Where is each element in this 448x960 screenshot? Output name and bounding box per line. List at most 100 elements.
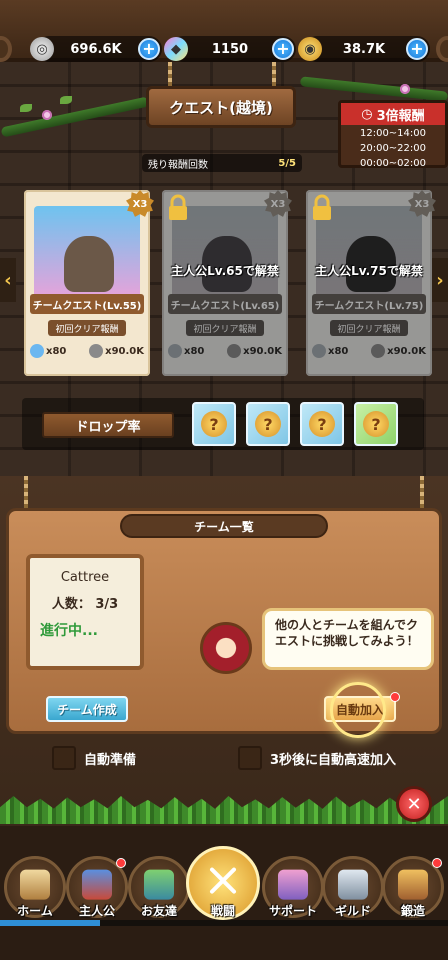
- auto-join-button[interactable]: 自動加入: [324, 696, 396, 722]
- auto-fast-join-checkbox[interactable]: [238, 746, 262, 770]
- reward-time: 12:00~14:00: [359, 128, 426, 139]
- quest-artwork: [172, 206, 278, 306]
- gem-icon: [30, 344, 44, 358]
- quest-card[interactable]: X3 チームクエスト(Lv.55) 初回クリア報酬 x80 x90.0K: [24, 190, 154, 376]
- mystery-item-icon: ?: [363, 411, 389, 437]
- speech-bubble: 他の人とチームを組んでクエストに挑戦してみよう！: [262, 608, 434, 670]
- auto-prepare-label: 自動準備: [84, 752, 137, 768]
- first-clear-label: 初回クリア報酬: [48, 320, 126, 336]
- monster-character: [346, 236, 396, 292]
- drop-item-slot[interactable]: ?: [192, 402, 236, 446]
- quest-artwork: [34, 206, 140, 306]
- monster-character: [64, 236, 114, 292]
- next-arrow-button[interactable]: ›: [432, 258, 448, 302]
- support-icon: [278, 869, 308, 900]
- gold-medal-icon: ◉: [298, 37, 322, 61]
- crossed-swords-icon: [210, 867, 236, 894]
- rope: [24, 476, 28, 510]
- first-clear-label: 初回クリア報酬: [186, 320, 264, 336]
- mystery-item-icon: ?: [201, 411, 227, 437]
- create-team-button[interactable]: チーム作成: [46, 696, 128, 722]
- rope: [168, 62, 172, 88]
- hero-icon: [82, 869, 112, 900]
- rope: [420, 476, 424, 510]
- remaining-rewards: 残り報酬回数 5/5: [142, 154, 302, 172]
- add-gem-button[interactable]: +: [272, 38, 294, 60]
- nav-battle-label: 戦闘: [210, 904, 235, 918]
- nav-hero-label: 主人公: [78, 904, 115, 918]
- gem-currency: ◆ 1150 +: [164, 36, 296, 62]
- gem-value: 1150: [211, 41, 249, 57]
- quest-name: チームクエスト(Lv.75): [312, 294, 426, 314]
- remaining-count: 5/5: [278, 157, 296, 169]
- team-member-count: 人数： 3/3: [51, 597, 119, 612]
- silver-currency: ◎ 696.6K +: [30, 36, 162, 62]
- progress-strip: [0, 920, 448, 926]
- leaf-decoration: [20, 104, 32, 112]
- quest-rewards: x80 x90.0K: [312, 342, 426, 360]
- gem-icon: [312, 344, 326, 358]
- silver-coin-icon: [227, 344, 242, 358]
- drop-item-slot[interactable]: ?: [354, 402, 398, 446]
- reward-value: x90.0K: [105, 345, 144, 357]
- flower-decoration: [400, 84, 410, 94]
- reward-value: x80: [184, 345, 205, 357]
- team-card[interactable]: Cattree 人数： 3/3 進行中...: [26, 554, 144, 670]
- reward-value: x90.0K: [387, 345, 426, 357]
- auto-fast-join-option[interactable]: 3秒後に自動高速加入: [238, 746, 396, 770]
- monster-character: [202, 236, 252, 292]
- nav-friends-label: お友達: [140, 904, 177, 918]
- progress-fill: [0, 920, 100, 926]
- drop-item-slot[interactable]: ?: [246, 402, 290, 446]
- auto-prepare-checkbox[interactable]: [52, 746, 76, 770]
- forge-icon: [398, 869, 428, 900]
- mystery-item-icon: ?: [309, 411, 335, 437]
- quest-artwork: [316, 206, 422, 306]
- flower-decoration: [42, 110, 52, 120]
- quest-rewards: x80 x90.0K: [168, 342, 282, 360]
- guild-castle-icon: [338, 869, 368, 900]
- prev-arrow-button[interactable]: ‹: [0, 258, 16, 302]
- reward-time: 00:00~02:00: [359, 158, 426, 169]
- drop-rate-label: ドロップ率: [42, 412, 174, 438]
- quest-rewards: x80 x90.0K: [30, 342, 144, 360]
- close-icon: ✕: [406, 793, 422, 815]
- silver-value: 696.6K: [70, 41, 122, 57]
- mystery-item-icon: ?: [255, 411, 281, 437]
- notification-dot: [432, 858, 442, 868]
- auto-prepare-option[interactable]: 自動準備: [52, 746, 136, 770]
- team-name: Cattree: [60, 570, 110, 585]
- home-icon: [20, 869, 50, 900]
- auto-fast-join-label: 3秒後に自動高速加入: [270, 752, 397, 768]
- gold-value: 38.7K: [342, 41, 386, 57]
- page-title: クエスト(越境): [146, 86, 296, 128]
- close-button[interactable]: ✕: [396, 786, 432, 822]
- leaf-decoration: [60, 96, 72, 104]
- rope: [272, 62, 276, 88]
- quest-name: チームクエスト(Lv.65): [168, 294, 282, 314]
- clock-icon: ◷: [361, 106, 373, 122]
- nav-home-label: ホーム: [17, 904, 53, 918]
- first-clear-label: 初回クリア報酬: [330, 320, 408, 336]
- remaining-label: 残り報酬回数: [148, 159, 208, 171]
- team-status: 進行中...: [40, 623, 98, 639]
- quest-name: チームクエスト(Lv.55): [30, 294, 144, 314]
- add-gold-button[interactable]: +: [406, 38, 428, 60]
- friends-icon: [144, 869, 174, 900]
- quest-card-locked[interactable]: X3 チームクエスト(Lv.65) 初回クリア報酬 x80 x90.0K: [162, 190, 292, 376]
- notification-dot: [390, 692, 400, 702]
- guide-avatar: [200, 622, 252, 674]
- quest-card-locked[interactable]: X3 チームクエスト(Lv.75) 初回クリア報酬 x80 x90.0K: [306, 190, 436, 376]
- nav-forge-label: 鍛造: [400, 904, 425, 918]
- triple-reward-label: 3倍報酬: [376, 108, 425, 124]
- silver-coin-icon: [371, 344, 386, 358]
- triple-reward-board: ◷ 3倍報酬 12:00~14:00 20:00~22:00 00:00~02:…: [338, 100, 448, 169]
- drop-item-slot[interactable]: ?: [300, 402, 344, 446]
- add-silver-button[interactable]: +: [138, 38, 160, 60]
- diamond-gem-icon: ◆: [164, 37, 188, 61]
- notification-dot: [116, 858, 126, 868]
- gem-icon: [168, 344, 182, 358]
- silver-coin-icon: [89, 344, 104, 358]
- reward-value: x90.0K: [243, 345, 282, 357]
- triple-reward-header: ◷ 3倍報酬: [341, 103, 445, 125]
